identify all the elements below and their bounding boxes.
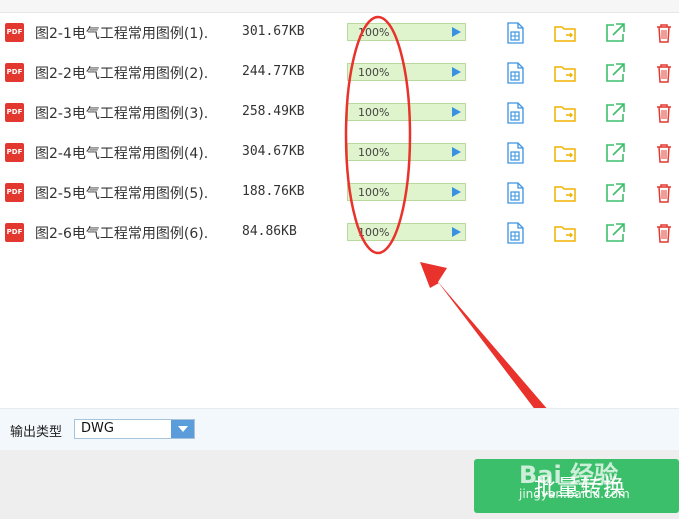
progress-bar: 100% xyxy=(347,223,466,241)
output-type-label: 输出类型 xyxy=(10,425,63,440)
progress-bar: 100% xyxy=(347,63,466,81)
folder-open-icon[interactable] xyxy=(554,222,576,244)
progress-text: 100% xyxy=(358,26,390,39)
chevron-down-icon[interactable] xyxy=(171,420,194,438)
folder-open-icon[interactable] xyxy=(554,182,576,204)
progress-bar: 100% xyxy=(347,143,466,161)
file-name: 图2-3电气工程常用图例(3). xyxy=(35,106,209,122)
document-preview-icon[interactable] xyxy=(504,62,526,84)
file-row[interactable]: PDF 图2-2电气工程常用图例(2). 244.77KB 100% xyxy=(0,52,679,92)
file-row[interactable]: PDF 图2-4电气工程常用图例(4). 304.67KB 100% xyxy=(0,132,679,172)
pdf-file-icon: PDF xyxy=(5,23,24,42)
file-size: 244.77KB xyxy=(242,64,305,79)
file-size: 84.86KB xyxy=(242,224,297,239)
pdf-file-icon: PDF xyxy=(5,143,24,162)
pdf-file-icon: PDF xyxy=(5,223,24,242)
progress-text: 100% xyxy=(358,66,390,79)
baidu-watermark: Bai 经验 xyxy=(519,461,619,489)
progress-text: 100% xyxy=(358,226,390,239)
external-link-icon[interactable] xyxy=(604,182,626,204)
file-name: 图2-5电气工程常用图例(5). xyxy=(35,186,209,202)
folder-open-icon[interactable] xyxy=(554,142,576,164)
document-preview-icon[interactable] xyxy=(504,182,526,204)
external-link-icon[interactable] xyxy=(604,222,626,244)
file-size: 304.67KB xyxy=(242,144,305,159)
pdf-file-icon: PDF xyxy=(5,103,24,122)
baidu-watermark-url: jingyan.baidu.com xyxy=(519,487,630,501)
external-link-icon[interactable] xyxy=(604,102,626,124)
document-preview-icon[interactable] xyxy=(504,222,526,244)
external-link-icon[interactable] xyxy=(604,62,626,84)
file-name: 图2-6电气工程常用图例(6). xyxy=(35,226,209,242)
play-icon[interactable] xyxy=(452,27,461,37)
play-icon[interactable] xyxy=(452,67,461,77)
document-preview-icon[interactable] xyxy=(504,102,526,124)
file-row[interactable]: PDF 图2-5电气工程常用图例(5). 188.76KB 100% xyxy=(0,172,679,212)
trash-icon[interactable] xyxy=(653,62,675,84)
progress-bar: 100% xyxy=(347,23,466,41)
progress-text: 100% xyxy=(358,186,390,199)
file-name: 图2-2电气工程常用图例(2). xyxy=(35,66,209,82)
progress-bar: 100% xyxy=(347,183,466,201)
external-link-icon[interactable] xyxy=(604,142,626,164)
progress-text: 100% xyxy=(358,106,390,119)
output-type-bar: 输出类型 DWG xyxy=(0,408,679,451)
folder-open-icon[interactable] xyxy=(554,62,576,84)
folder-open-icon[interactable] xyxy=(554,102,576,124)
file-row[interactable]: PDF 图2-6电气工程常用图例(6). 84.86KB 100% xyxy=(0,212,679,252)
trash-icon[interactable] xyxy=(653,142,675,164)
folder-open-icon[interactable] xyxy=(554,22,576,44)
trash-icon[interactable] xyxy=(653,182,675,204)
trash-icon[interactable] xyxy=(653,22,675,44)
file-size: 301.67KB xyxy=(242,24,305,39)
progress-text: 100% xyxy=(358,146,390,159)
trash-icon[interactable] xyxy=(653,102,675,124)
play-icon[interactable] xyxy=(452,107,461,117)
file-size: 188.76KB xyxy=(242,184,305,199)
file-row[interactable]: PDF 图2-1电气工程常用图例(1). 301.67KB 100% xyxy=(0,12,679,52)
annotation-arrow-up xyxy=(420,262,555,424)
pdf-file-icon: PDF xyxy=(5,183,24,202)
document-preview-icon[interactable] xyxy=(504,22,526,44)
file-name: 图2-4电气工程常用图例(4). xyxy=(35,146,209,162)
play-icon[interactable] xyxy=(452,187,461,197)
file-row[interactable]: PDF 图2-3电气工程常用图例(3). 258.49KB 100% xyxy=(0,92,679,132)
trash-icon[interactable] xyxy=(653,222,675,244)
play-icon[interactable] xyxy=(452,227,461,237)
pdf-file-icon: PDF xyxy=(5,63,24,82)
output-type-value: DWG xyxy=(81,421,114,436)
file-name: 图2-1电气工程常用图例(1). xyxy=(35,26,209,42)
progress-bar: 100% xyxy=(347,103,466,121)
output-type-select[interactable]: DWG xyxy=(74,419,195,439)
external-link-icon[interactable] xyxy=(604,22,626,44)
document-preview-icon[interactable] xyxy=(504,142,526,164)
play-icon[interactable] xyxy=(452,147,461,157)
file-size: 258.49KB xyxy=(242,104,305,119)
